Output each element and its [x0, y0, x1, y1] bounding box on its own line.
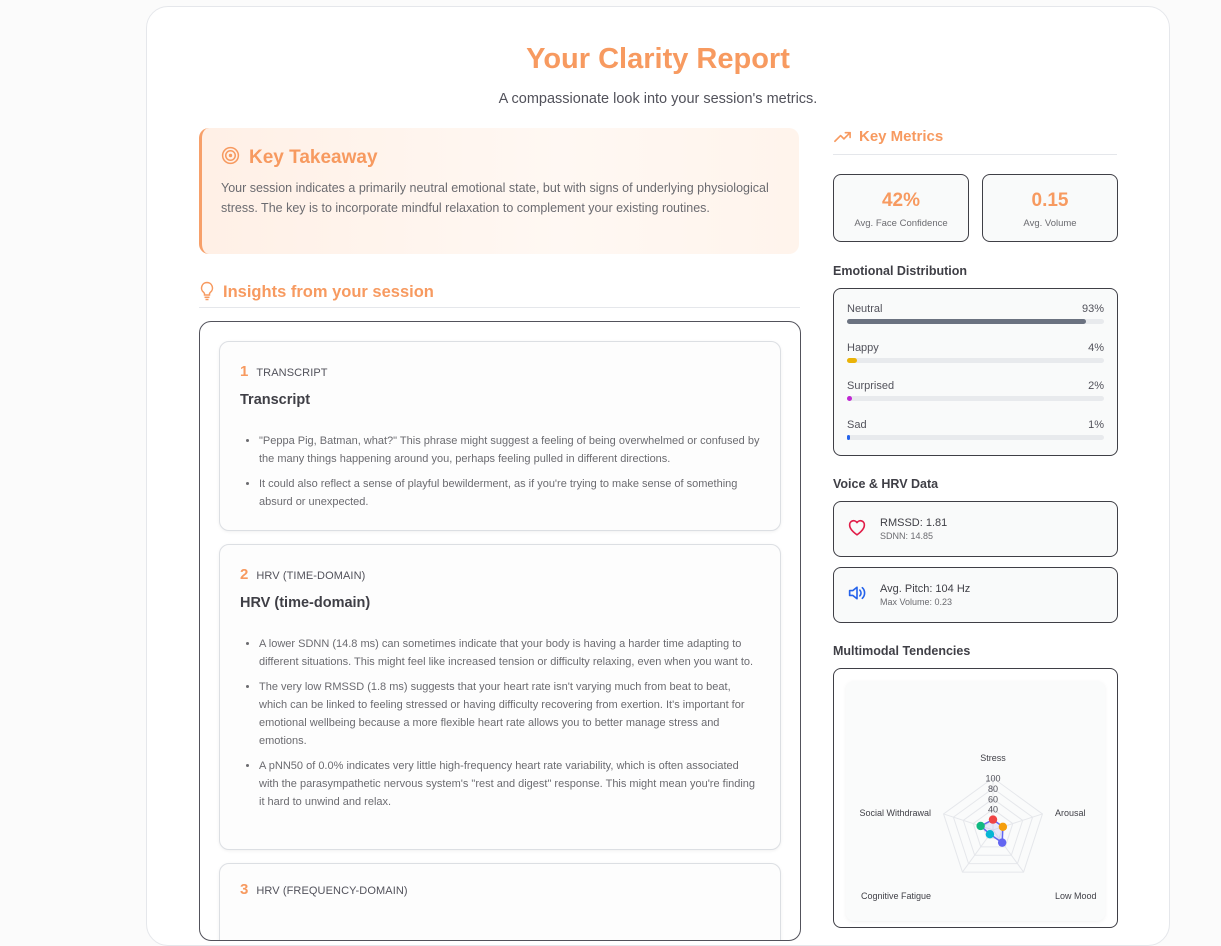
emotion-name: Surprised [847, 380, 895, 392]
radar-axis-label: Stress [980, 753, 1006, 763]
emotion-bar-fill [847, 434, 851, 440]
insight-bullets: "Peppa Pig, Batman, what?" This phrase m… [240, 432, 760, 511]
insight-title: Transcript [240, 392, 311, 408]
takeaway-text: Your session indicates a primarily neutr… [221, 181, 769, 215]
radar-axis-label: Low Mood [1055, 891, 1097, 901]
metric-volume: 0.15 Avg. Volume [982, 174, 1118, 242]
emotion-bar-track [847, 434, 1104, 440]
emotion-row-happy: Happy 4% [847, 342, 1104, 381]
insight-tag: TRANSCRIPT [256, 367, 328, 379]
insight-card-transcript: 1 TRANSCRIPT Transcript "Peppa Pig, Batm… [219, 341, 781, 531]
emotion-percent: 4% [1088, 341, 1104, 354]
emotion-name: Neutral [847, 303, 883, 315]
metric-value: 0.15 [1031, 190, 1069, 211]
emotional-distribution-title: Emotional Distribution [833, 264, 968, 278]
insight-card-hrv-time: 2 HRV (TIME-DOMAIN) HRV (time-domain) A … [219, 544, 781, 850]
sdnn-value: SDNN: 14.85 [880, 531, 934, 541]
metric-value: 42% [881, 190, 921, 211]
emotion-bar-fill [847, 319, 1086, 324]
radar-tick-label: 40 [988, 805, 998, 815]
emotion-percent: 1% [1088, 418, 1104, 431]
target-icon [221, 146, 240, 170]
metric-label: Avg. Volume [1023, 218, 1077, 229]
insight-bullet: It could also reflect a sense of playful… [259, 475, 760, 511]
rmssd-value: RMSSD: 1.81 [880, 517, 948, 529]
insight-number: 3 [240, 881, 249, 898]
metric-face-confidence: 42% Avg. Face Confidence [833, 174, 969, 242]
emotion-row-neutral: Neutral 93% [847, 303, 1104, 342]
emotion-bar-fill [847, 396, 853, 401]
emotion-bar-track [847, 357, 1104, 363]
emotion-percent: 93% [1081, 303, 1104, 315]
insight-tag: HRV (FREQUENCY-DOMAIN) [256, 885, 408, 897]
radar-point [998, 822, 1008, 831]
emotion-percent: 2% [1088, 380, 1104, 392]
radar-tick-label: 100 [985, 774, 1000, 784]
radar-point [976, 821, 985, 831]
emotion-bar-track [847, 396, 1104, 401]
report-card: Your Clarity Report A compassionate look… [146, 6, 1170, 946]
emotion-bar-fill [847, 357, 858, 363]
trending-up-icon [833, 127, 852, 151]
insight-bullets: A lower SDNN (14.8 ms) can sometimes ind… [240, 635, 760, 811]
emotion-row-sad: Sad 1% [847, 419, 1104, 458]
emotion-row-surprised: Surprised 2% [847, 380, 1104, 419]
insights-title: Insights from your session [223, 283, 434, 301]
pitch-value: Avg. Pitch: 104 Hz [880, 583, 971, 595]
insights-panel[interactable]: 1 TRANSCRIPT Transcript "Peppa Pig, Batm… [199, 321, 801, 941]
key-metrics-heading: Key Metrics [833, 127, 1117, 155]
metric-label: Avg. Face Confidence [854, 218, 948, 229]
heart-icon [847, 518, 867, 541]
insight-bullet: A pNN50 of 0.0% indicates very little hi… [259, 757, 760, 811]
multimodal-title: Multimodal Tendencies [833, 644, 971, 658]
emotional-distribution-panel: Neutral 93% Happy 4% Surprised 2% Sad 1% [833, 288, 1118, 456]
takeaway-title: Key Takeaway [249, 147, 378, 168]
page-title: Your Clarity Report [526, 43, 790, 75]
hrv-data-card: RMSSD: 1.81 SDNN: 14.85 [833, 501, 1118, 557]
radar-point [997, 838, 1007, 847]
key-takeaway-panel: Key Takeaway Your session indicates a pr… [199, 128, 799, 254]
voice-hrv-title: Voice & HRV Data [833, 477, 939, 491]
insight-number: 1 [240, 363, 249, 380]
insight-bullet: "Peppa Pig, Batman, what?" This phrase m… [259, 432, 760, 468]
page-subtitle: A compassionate look into your session's… [498, 91, 818, 107]
multimodal-panel: 100 80 60 40 Stress Arousal Low Mood Cognitive … [833, 668, 1118, 928]
radar-tick-label: 80 [988, 784, 998, 794]
radar-point [988, 815, 998, 824]
radar-axis-label: Cognitive Fatigue [861, 891, 931, 901]
insight-number: 2 [240, 566, 249, 583]
insight-bullet: A lower SDNN (14.8 ms) can sometimes ind… [259, 635, 760, 671]
max-volume-value: Max Volume: 0.23 [880, 597, 953, 607]
radar-chart: 100806040 Stress Arousal Low Mood Cognitive … [859, 753, 1097, 901]
insight-title: HRV (time-domain) [240, 595, 371, 611]
voice-data-card: Avg. Pitch: 104 Hz Max Volume: 0.23 [833, 567, 1118, 623]
insight-card-hrv-frequency: 3 HRV (FREQUENCY-DOMAIN) [219, 863, 781, 940]
emotion-name: Sad [847, 418, 867, 431]
lightbulb-icon [199, 281, 215, 306]
key-metrics-title: Key Metrics [859, 128, 944, 145]
radar-axis-label: Social Withdrawal [859, 808, 931, 818]
radar-chart-container: 100 80 60 40 Stress Arousal Low Mood Cognitive … [846, 681, 1105, 921]
emotion-bar-track [847, 319, 1104, 324]
insight-bullet: The very low RMSSD (1.8 ms) suggests tha… [259, 678, 760, 750]
radar-axis-label: Arousal [1055, 808, 1086, 818]
radar-point [985, 830, 995, 839]
radar-tick-label: 60 [988, 794, 998, 804]
insights-heading: Insights from your session [199, 281, 800, 308]
emotion-name: Happy [847, 341, 879, 354]
speaker-icon [847, 584, 867, 607]
insight-tag: HRV (TIME-DOMAIN) [256, 570, 366, 582]
